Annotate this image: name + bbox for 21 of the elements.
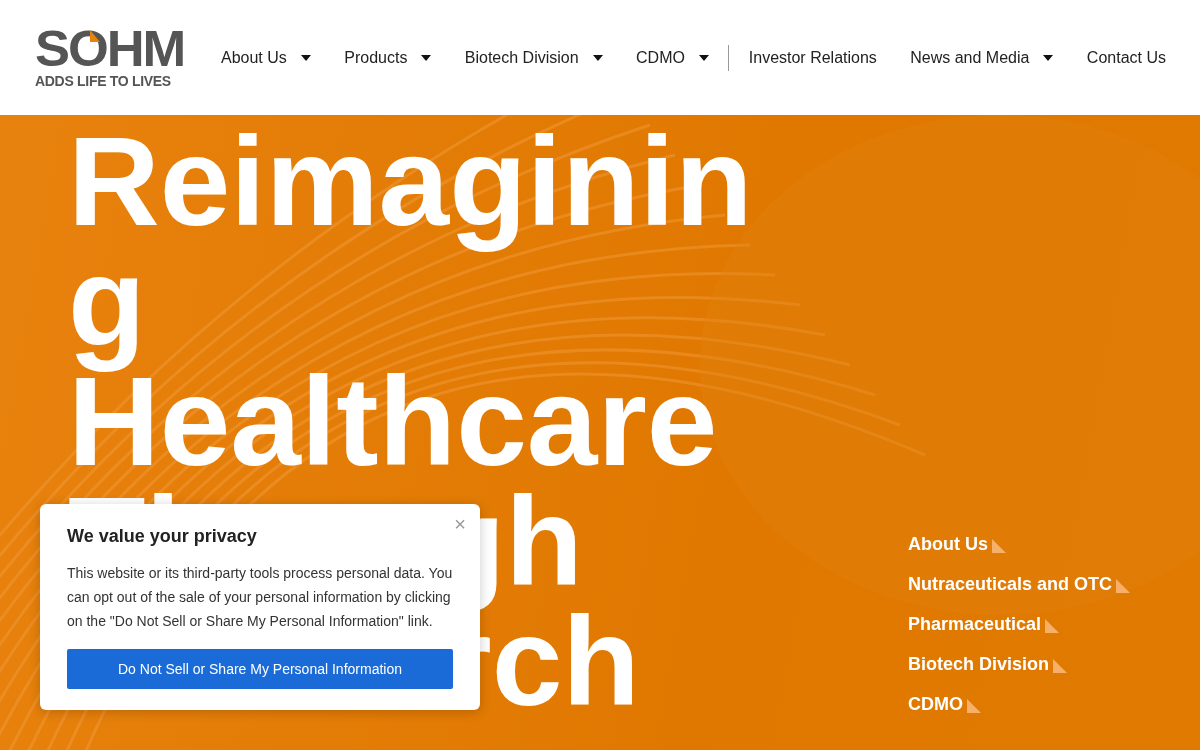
triangle-icon [1116, 579, 1131, 593]
logo-notch-icon [90, 29, 100, 42]
caret-icon [592, 54, 603, 61]
triangle-icon [1045, 619, 1060, 633]
triangle-icon [1053, 659, 1068, 673]
logo-wordmark[interactable]: SOHM [35, 26, 185, 71]
nav-link[interactable]: CDMO [636, 48, 709, 67]
do-not-sell-button[interactable]: Do Not Sell or Share My Personal Information [67, 649, 453, 689]
triangle-icon [967, 699, 981, 713]
nav-link[interactable]: Products [344, 48, 432, 67]
triangle-icon [992, 539, 1006, 553]
caret-icon [421, 54, 432, 61]
nav-link[interactable]: About Us [221, 48, 311, 67]
logo-tagline: ADDS LIFE TO LIVES [35, 72, 171, 89]
caret-icon [1043, 54, 1054, 61]
nav-link[interactable]: Investor Relations [748, 48, 877, 67]
nav-link[interactable]: Contact Us [1086, 48, 1166, 67]
caret-icon [698, 54, 709, 61]
caret-icon [300, 54, 311, 61]
nav-link[interactable]: News and Media [910, 48, 1054, 67]
nav-link[interactable]: Biotech Division [464, 48, 603, 67]
